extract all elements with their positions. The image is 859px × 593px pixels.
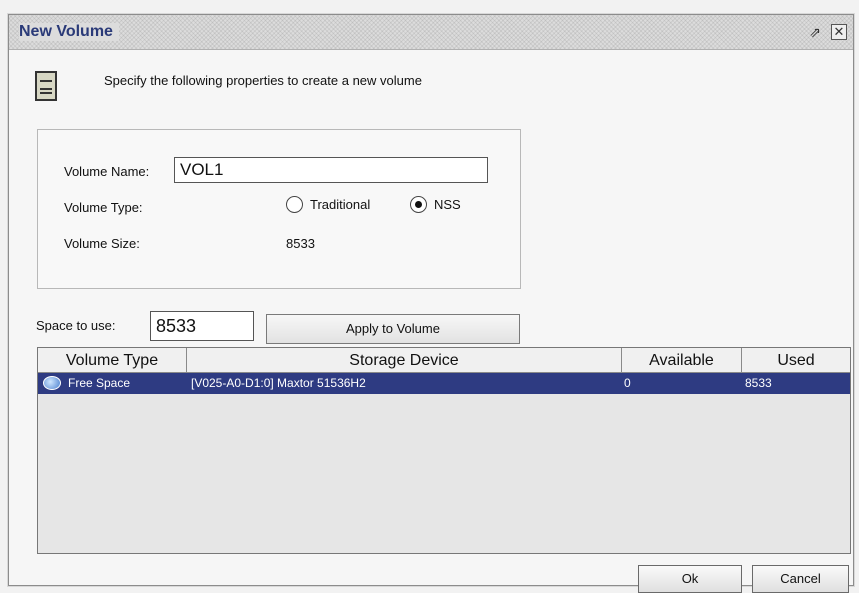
- cell-used: 8533: [745, 376, 772, 390]
- volume-name-input[interactable]: VOL1: [174, 157, 488, 183]
- radio-nss-label[interactable]: NSS: [434, 197, 461, 212]
- new-volume-dialog: New Volume ⇗ ✕ Specify the following pro…: [8, 14, 854, 593]
- storage-table: Volume Type Storage Device Available Use…: [37, 347, 851, 554]
- cell-volume-type: Free Space: [68, 376, 131, 390]
- table-row[interactable]: Free Space [V025-A0-D1:0] Maxtor 51536H2…: [38, 373, 850, 394]
- server-icon: [35, 71, 57, 101]
- restore-icon[interactable]: ⇗: [807, 24, 823, 40]
- disk-icon: [43, 376, 61, 390]
- cell-available: 0: [624, 376, 631, 390]
- close-icon[interactable]: ✕: [831, 24, 847, 40]
- volume-size-value: 8533: [286, 236, 315, 251]
- column-header-used[interactable]: Used: [742, 348, 850, 373]
- cancel-button[interactable]: Cancel: [752, 565, 849, 593]
- dialog-title: New Volume: [19, 23, 119, 41]
- title-bar[interactable]: New Volume ⇗ ✕: [9, 15, 853, 50]
- ok-button[interactable]: Ok: [638, 565, 742, 593]
- instructions-text: Specify the following properties to crea…: [104, 73, 422, 88]
- volume-properties-panel: Volume Name: VOL1 Volume Type: Tradition…: [37, 129, 521, 289]
- radio-traditional-label[interactable]: Traditional: [310, 197, 370, 212]
- cell-storage-device: [V025-A0-D1:0] Maxtor 51536H2: [191, 376, 366, 390]
- apply-to-volume-button[interactable]: Apply to Volume: [266, 314, 520, 344]
- radio-nss[interactable]: [410, 196, 427, 213]
- space-to-use-label: Space to use:: [36, 318, 116, 333]
- column-header-volume-type[interactable]: Volume Type: [38, 348, 187, 373]
- volume-name-label: Volume Name:: [64, 164, 150, 179]
- table-header: Volume Type Storage Device Available Use…: [38, 348, 850, 373]
- column-header-available[interactable]: Available: [622, 348, 742, 373]
- radio-traditional[interactable]: [286, 196, 303, 213]
- volume-size-label: Volume Size:: [64, 236, 140, 251]
- space-to-use-input[interactable]: 8533: [150, 311, 254, 341]
- volume-type-label: Volume Type:: [64, 200, 143, 215]
- column-header-storage-device[interactable]: Storage Device: [187, 348, 622, 373]
